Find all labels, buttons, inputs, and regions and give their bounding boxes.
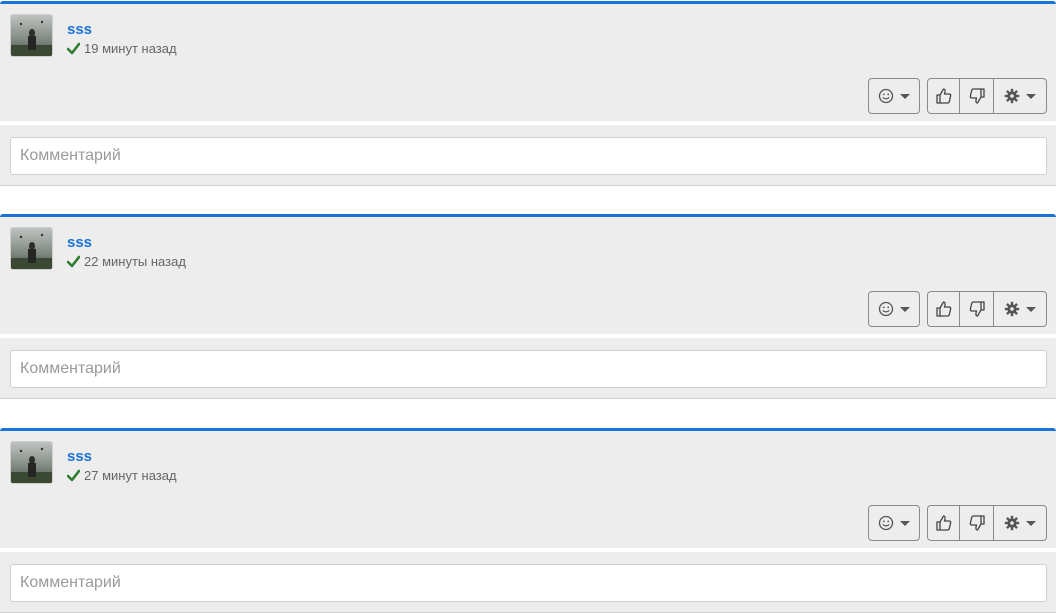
settings-dropdown-button[interactable]: [993, 291, 1047, 327]
emoji-reaction-button[interactable]: [868, 291, 920, 327]
like-button[interactable]: [927, 78, 961, 114]
vote-settings-group: [927, 291, 1047, 327]
like-button[interactable]: [927, 291, 961, 327]
thumbs-down-icon: [969, 515, 985, 531]
dislike-button[interactable]: [960, 78, 994, 114]
reaction-group: [868, 291, 920, 327]
post-meta: 27 минут назад: [67, 468, 177, 483]
smiley-icon: [878, 515, 894, 531]
like-button[interactable]: [927, 505, 961, 541]
post-timestamp: 22 минуты назад: [84, 254, 186, 269]
comment-input[interactable]: [10, 564, 1047, 602]
avatar[interactable]: [10, 441, 53, 484]
post-card: sss 22 минуты назад: [0, 214, 1056, 399]
avatar-image: [11, 442, 52, 483]
caret-down-icon: [900, 306, 910, 312]
emoji-reaction-button[interactable]: [868, 505, 920, 541]
thumbs-up-icon: [936, 88, 952, 104]
gear-icon: [1004, 515, 1020, 531]
gear-icon: [1004, 88, 1020, 104]
comment-input[interactable]: [10, 137, 1047, 175]
check-icon: [67, 42, 80, 55]
caret-down-icon: [900, 520, 910, 526]
author-link[interactable]: sss: [67, 21, 92, 38]
author-link[interactable]: sss: [67, 234, 92, 251]
post-header: sss 19 минут назад: [0, 1, 1056, 121]
avatar[interactable]: [10, 227, 53, 270]
vote-settings-group: [927, 505, 1047, 541]
smiley-icon: [878, 301, 894, 317]
caret-down-icon: [1025, 93, 1036, 99]
check-icon: [67, 255, 80, 268]
avatar-image: [11, 228, 52, 269]
avatar-image: [11, 15, 52, 56]
caret-down-icon: [1025, 306, 1036, 312]
settings-dropdown-button[interactable]: [993, 78, 1047, 114]
post-card: sss 19 минут назад: [0, 1, 1056, 186]
avatar[interactable]: [10, 14, 53, 57]
author-link[interactable]: sss: [67, 448, 92, 465]
settings-dropdown-button[interactable]: [993, 505, 1047, 541]
comment-input[interactable]: [10, 350, 1047, 388]
comment-area: [0, 552, 1056, 613]
comment-area: [0, 338, 1056, 399]
gear-icon: [1004, 301, 1020, 317]
reaction-group: [868, 78, 920, 114]
post-timestamp: 19 минут назад: [84, 41, 177, 56]
caret-down-icon: [900, 93, 910, 99]
vote-settings-group: [927, 78, 1047, 114]
post-feed: sss 19 минут назад Комментарий sss 22 ми…: [0, 0, 1056, 613]
caret-down-icon: [1025, 520, 1036, 526]
smiley-icon: [878, 88, 894, 104]
thumbs-down-icon: [969, 301, 985, 317]
dislike-button[interactable]: [960, 505, 994, 541]
check-icon: [67, 469, 80, 482]
dislike-button[interactable]: [960, 291, 994, 327]
thumbs-up-icon: [936, 301, 952, 317]
thumbs-down-icon: [969, 88, 985, 104]
comment-area: [0, 125, 1056, 186]
thumbs-up-icon: [936, 515, 952, 531]
post-card: sss 27 минут назад: [0, 428, 1056, 613]
reaction-group: [868, 505, 920, 541]
post-meta: 22 минуты назад: [67, 254, 186, 269]
post-timestamp: 27 минут назад: [84, 468, 177, 483]
post-meta: 19 минут назад: [67, 41, 177, 56]
emoji-reaction-button[interactable]: [868, 78, 920, 114]
post-header: sss 27 минут назад: [0, 428, 1056, 548]
post-header: sss 22 минуты назад: [0, 214, 1056, 334]
